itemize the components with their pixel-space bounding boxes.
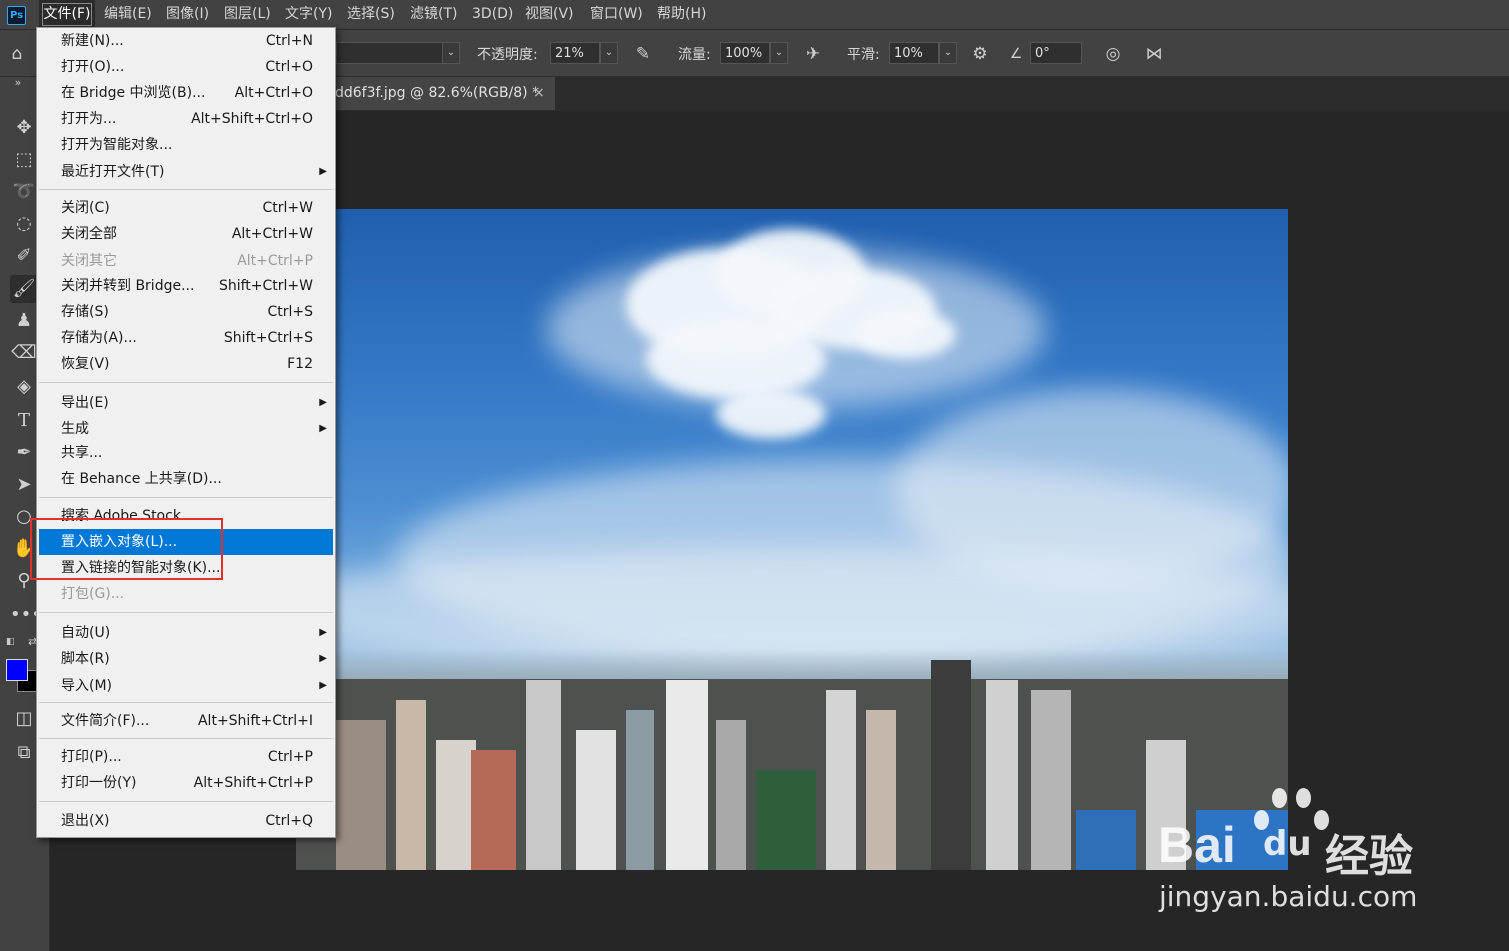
submenu-arrow-icon: ▶: [319, 680, 327, 691]
menu-item-open-as[interactable]: 打开为... Alt+Shift+Ctrl+O: [39, 106, 333, 132]
smoothing-dropdown-icon[interactable]: ⌄: [939, 42, 957, 64]
quick-selection-tool-icon[interactable]: ◌: [10, 210, 38, 238]
home-icon[interactable]: ⌂: [6, 43, 28, 65]
menu-item-close-and-go-to-bridge[interactable]: 关闭并转到 Bridge... Shift+Ctrl+W: [39, 273, 333, 299]
watermark-brand-du: du: [1263, 824, 1312, 864]
menu-item-automate[interactable]: 自动(U) ▶: [39, 620, 333, 646]
eraser-tool-icon[interactable]: ⌫: [10, 339, 38, 367]
pen-tool-icon[interactable]: ✒: [10, 439, 38, 467]
opacity-input[interactable]: 21%: [550, 42, 600, 64]
menu-item-save[interactable]: 存储(S) Ctrl+S: [39, 299, 333, 325]
marquee-tool-icon[interactable]: ⬚: [10, 146, 38, 174]
menu-item-scripts[interactable]: 脚本(R) ▶: [39, 646, 333, 672]
angle-input[interactable]: 0°: [1030, 42, 1082, 64]
submenu-arrow-icon: ▶: [319, 423, 327, 434]
pressure-opacity-icon[interactable]: ✎: [632, 43, 654, 65]
canvas-image[interactable]: [296, 209, 1288, 870]
menu-item-close[interactable]: 关闭(C) Ctrl+W: [39, 195, 333, 221]
menu-item-open-recent[interactable]: 最近打开文件(T) ▶: [39, 159, 333, 185]
menu-item-save-as[interactable]: 存储为(A)... Shift+Ctrl+S: [39, 325, 333, 351]
menu-item-generate[interactable]: 生成 ▶: [39, 416, 333, 442]
menu-edit[interactable]: 编辑(E): [104, 0, 152, 29]
menu-filter[interactable]: 滤镜(T): [410, 0, 457, 29]
type-tool-icon[interactable]: T: [10, 407, 38, 435]
airbrush-icon[interactable]: ✈: [802, 43, 824, 65]
menu-help[interactable]: 帮助(H): [657, 0, 706, 29]
menu-item-print-one-copy[interactable]: 打印一份(Y) Alt+Shift+Ctrl+P: [39, 770, 333, 796]
menu-item-revert[interactable]: 恢复(V) F12: [39, 351, 333, 377]
menu-item-package: 打包(G)...: [61, 586, 125, 602]
gear-icon[interactable]: ⚙: [969, 43, 991, 65]
baidu-jingyan-watermark: Bai du 经验 jingyan.baidu.com: [1155, 780, 1455, 930]
watermark-cn: 经验: [1325, 831, 1413, 882]
flow-dropdown-icon[interactable]: ⌄: [770, 42, 788, 64]
menu-item-exit[interactable]: 退出(X) Ctrl+Q: [39, 808, 333, 834]
paint-bucket-tool-icon[interactable]: ◈: [10, 373, 38, 401]
brush-tool-icon[interactable]: 🖌: [10, 275, 38, 303]
menu-item-print[interactable]: 打印(P)... Ctrl+P: [39, 744, 333, 770]
menu-item-share[interactable]: 共享...: [39, 440, 333, 466]
menu-item-open-as-smart-object[interactable]: 打开为智能对象...: [39, 132, 333, 158]
menu-item-open[interactable]: 打开(O)... Ctrl+O: [39, 54, 333, 80]
menu-separator: [39, 382, 333, 383]
menu-separator: [39, 801, 333, 802]
watermark-url: jingyan.baidu.com: [1159, 880, 1418, 913]
menu-item-export[interactable]: 导出(E) ▶: [39, 390, 333, 416]
close-icon[interactable]: ×: [533, 77, 545, 110]
menu-item-close-all[interactable]: 关闭全部 Alt+Ctrl+W: [39, 221, 333, 247]
menu-select[interactable]: 选择(S): [347, 0, 395, 29]
menu-type[interactable]: 文字(Y): [285, 0, 332, 29]
menu-3d[interactable]: 3D(D): [472, 0, 513, 29]
move-tool-icon[interactable]: ✥: [10, 114, 38, 142]
menu-view[interactable]: 视图(V): [525, 0, 574, 29]
submenu-arrow-icon: ▶: [319, 397, 327, 408]
angle-icon: ∠: [1009, 46, 1023, 62]
menu-item-new[interactable]: 新建(N)... Ctrl+N: [39, 28, 333, 54]
submenu-arrow-icon: ▶: [319, 653, 327, 664]
file-menu-dropdown: 新建(N)... Ctrl+N 打开(O)... Ctrl+O 在 Bridge 中…: [36, 27, 336, 838]
smoothing-input[interactable]: 10%: [889, 42, 939, 64]
menu-image[interactable]: 图像(I): [166, 0, 209, 29]
menu-item-share-on-behance[interactable]: 在 Behance 上共享(D)...: [39, 466, 333, 492]
menu-separator: [39, 738, 333, 739]
submenu-arrow-icon: ▶: [319, 627, 327, 638]
opacity-dropdown-icon[interactable]: ⌄: [600, 42, 618, 64]
default-colors-icon[interactable]: ◧: [6, 637, 18, 649]
menu-separator: [39, 612, 333, 613]
stamp-tool-icon[interactable]: ♟: [10, 307, 38, 335]
menu-bar: Ps 文件(F) 编辑(E) 图像(I) 图层(L) 文字(Y) 选择(S) 滤…: [0, 0, 1509, 30]
menu-item-import[interactable]: 导入(M) ▶: [39, 673, 333, 699]
flow-input[interactable]: 100%: [720, 42, 770, 64]
annotation-highlight-box: [30, 518, 223, 580]
menu-file[interactable]: 文件(F): [39, 0, 95, 29]
document-tab-title: dd6f3f.jpg @ 82.6%(RGB/8) *: [335, 85, 540, 101]
document-tab[interactable]: dd6f3f.jpg @ 82.6%(RGB/8) * ×: [335, 77, 555, 110]
flow-label: 流量:: [678, 47, 711, 63]
eyedropper-tool-icon[interactable]: ✐: [10, 242, 38, 270]
menu-layer[interactable]: 图层(L): [224, 0, 271, 29]
photoshop-logo-icon: Ps: [7, 6, 26, 25]
chevron-down-icon[interactable]: ⌄: [442, 42, 460, 64]
menu-separator: [39, 702, 333, 703]
watermark-brand: Bai: [1158, 817, 1236, 873]
submenu-arrow-icon: ▶: [319, 166, 327, 177]
screen-mode-icon[interactable]: ⧉: [10, 739, 38, 767]
menu-item-browse-in-bridge[interactable]: 在 Bridge 中浏览(B)... Alt+Ctrl+O: [39, 80, 333, 106]
menu-item-close-others: 关闭其它 Alt+Ctrl+P: [61, 253, 313, 269]
opacity-label: 不透明度:: [477, 47, 538, 63]
collapse-chevron-icon[interactable]: »: [4, 77, 32, 89]
smoothing-label: 平滑:: [847, 47, 880, 63]
lasso-tool-icon[interactable]: ➰: [10, 178, 38, 206]
quick-mask-icon[interactable]: ◫: [10, 705, 38, 733]
menu-separator: [39, 497, 333, 498]
path-selection-tool-icon[interactable]: ➤: [10, 471, 38, 499]
symmetry-butterfly-icon[interactable]: ⋈: [1143, 43, 1165, 65]
more-tools-icon[interactable]: •••: [10, 601, 42, 629]
menu-separator: [39, 189, 333, 190]
menu-window[interactable]: 窗口(W): [590, 0, 643, 29]
menu-item-file-info[interactable]: 文件简介(F)... Alt+Shift+Ctrl+I: [39, 708, 333, 734]
pressure-size-icon[interactable]: ◎: [1102, 43, 1124, 65]
foreground-color-swatch[interactable]: [6, 659, 28, 681]
